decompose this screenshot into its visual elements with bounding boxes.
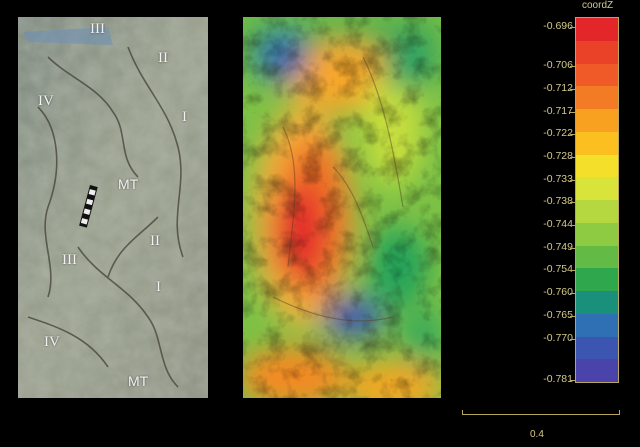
track-photo: III II IV I MT II III I IV MT [18, 17, 208, 398]
legend-tick-mark [570, 89, 576, 90]
digit-label-I-bottom: I [156, 279, 161, 295]
legend-swatch [576, 132, 618, 155]
legend-tick-label: -0.781 [543, 373, 573, 385]
legend-tick-label: -0.765 [543, 309, 573, 321]
legend-tick-mark [570, 316, 576, 317]
legend-tick-mark [570, 66, 576, 67]
legend-tick-label: -0.722 [543, 127, 573, 139]
legend-swatch [576, 177, 618, 200]
legend-swatch [576, 268, 618, 291]
legend-swatch [576, 246, 618, 268]
legend-tick-label: -0.760 [543, 286, 573, 298]
digit-label-II-top: II [158, 50, 168, 66]
legend-swatch [576, 223, 618, 246]
scale-cap-left [462, 410, 463, 415]
scale-label: 0.4 [530, 429, 544, 440]
legend-tick-label: -0.706 [543, 59, 573, 71]
legend-tick-mark [570, 157, 576, 158]
legend-tick-label: -0.749 [543, 241, 573, 253]
legend-swatch [576, 109, 618, 132]
legend-swatch [576, 359, 618, 382]
digit-label-II-bottom: II [150, 233, 160, 249]
legend-tick-mark [570, 112, 576, 113]
height-map [243, 17, 441, 398]
metatarsal-label-top: MT [118, 176, 139, 192]
legend-tick-label: -0.717 [543, 105, 573, 117]
legend-tick-mark [570, 339, 576, 340]
legend-tick-mark [570, 180, 576, 181]
scale-cap-right [619, 410, 620, 415]
legend-title: coordZ [582, 0, 614, 11]
color-scale-bar [575, 17, 619, 383]
digit-label-III-top: III [90, 21, 105, 37]
legend-tick-mark [570, 202, 576, 203]
legend-tick-mark [570, 380, 576, 381]
metatarsal-label-bottom: MT [128, 373, 149, 389]
legend-tick-mark [570, 293, 576, 294]
legend-tick-label: -0.728 [543, 150, 573, 162]
digit-label-III-bottom: III [62, 252, 77, 268]
legend-swatch [576, 64, 618, 86]
legend-tick-mark [570, 225, 576, 226]
legend-swatch [576, 291, 618, 314]
legend-tick-label: -0.744 [543, 218, 573, 230]
legend-tick-mark [570, 248, 576, 249]
legend-swatch [576, 86, 618, 109]
legend-tick-label: -0.738 [543, 195, 573, 207]
legend-tick-mark [570, 270, 576, 271]
legend-tick-mark [570, 27, 576, 28]
legend-tick-label: -0.754 [543, 263, 573, 275]
legend-swatch [576, 314, 618, 337]
digit-label-IV-top: IV [38, 93, 54, 109]
scale-line [462, 414, 620, 415]
legend-tick-label: -0.712 [543, 82, 573, 94]
legend-swatch [576, 41, 618, 64]
digit-label-I-top: I [182, 109, 187, 125]
legend-tick-label: -0.733 [543, 173, 573, 185]
legend-swatch [576, 200, 618, 223]
legend-swatch [576, 18, 618, 41]
digit-label-IV-bottom: IV [44, 334, 60, 350]
legend-tick-mark [570, 134, 576, 135]
legend-swatch [576, 155, 618, 177]
legend-tick-label: -0.696 [543, 20, 573, 32]
legend-tick-label: -0.770 [543, 332, 573, 344]
height-map-image [243, 17, 441, 398]
legend-swatch [576, 337, 618, 359]
